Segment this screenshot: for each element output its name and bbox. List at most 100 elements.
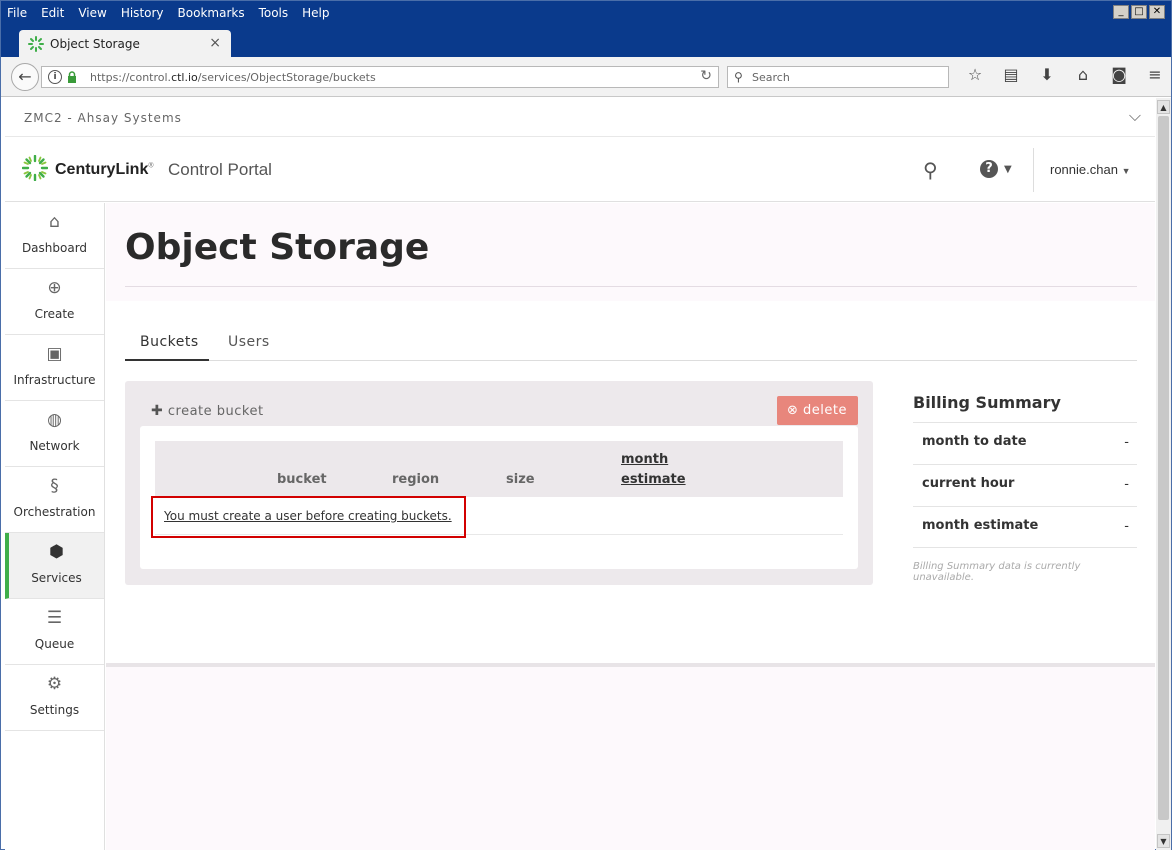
chip-icon: ▣ [46,344,63,364]
sidebar-item-network[interactable]: ◍ Network [5,401,104,467]
home-icon: ⌂ [49,212,60,232]
sidebar-item-label: Settings [29,703,80,717]
menu-history[interactable]: History [121,6,164,20]
menu-file[interactable]: File [7,6,27,20]
bookmark-star-icon[interactable]: ☆ [957,65,993,84]
column-size[interactable]: size [506,472,535,487]
reading-list-icon[interactable]: ▤ [993,65,1029,84]
sidebar-item-label: Network [29,439,80,453]
sidebar-item-label: Orchestration [13,505,96,519]
column-bucket[interactable]: bucket [277,472,327,487]
buckets-table: bucket region size month estimate You mu… [140,426,858,569]
tab-bar: Buckets Users [125,326,1137,361]
back-button[interactable]: ← [11,63,39,91]
billing-title: Billing Summary [913,393,1061,412]
sidebar-item-services[interactable]: ⬢ Services [5,533,104,599]
billing-note: Billing Summary data is currently unavai… [913,561,1081,583]
tab-close-icon[interactable]: × [209,35,221,51]
menu-view[interactable]: View [78,6,106,20]
billing-row: current hour - [913,464,1137,506]
search-input[interactable]: ⚲ Search [727,66,949,88]
billing-value: - [1124,519,1129,534]
portal-header: CenturyLink® Control Portal ⚲ ? ▼ ronnie… [5,138,1155,202]
menu-edit[interactable]: Edit [41,6,64,20]
centurylink-favicon-icon [28,36,44,52]
orchestration-icon: § [50,476,59,496]
table-row: You must create a user before creating b… [151,496,843,538]
sidebar-item-label: Services [31,571,82,585]
billing-row: month estimate - [913,506,1137,548]
column-region[interactable]: region [392,472,439,487]
tab-buckets[interactable]: Buckets [140,334,199,350]
pocket-icon[interactable]: ◙ [1101,65,1137,84]
portal-title: Control Portal [168,160,272,179]
hamburger-menu-icon[interactable]: ≡ [1137,65,1172,84]
scroll-up-icon[interactable]: ▲ [1157,100,1170,114]
globe-icon: ◍ [47,410,62,430]
page-title: Object Storage [125,227,430,268]
minimize-button[interactable]: _ [1113,5,1129,19]
search-placeholder: Search [752,71,790,84]
sidebar-item-create[interactable]: ⊕ Create [5,269,104,335]
sidebar-item-dashboard[interactable]: ⌂ Dashboard [5,203,104,269]
footer-divider [106,663,1155,667]
header-divider [1033,148,1034,192]
billing-label: month to date [922,434,1027,449]
sidebar-item-settings[interactable]: ⚙ Settings [5,665,104,731]
billing-value: - [1124,435,1129,450]
nav-bar: ← i https://control.ctl.io/services/Obje… [1,57,1171,97]
delete-circle-icon: ⊗ [787,403,799,418]
billing-label: month estimate [922,518,1039,533]
column-estimate[interactable]: estimate [621,472,686,487]
content-area: Buckets Users ✚ create bucket ⊗ delete b… [106,301,1155,663]
delete-button[interactable]: ⊗ delete [777,396,858,425]
sidebar-item-label: Queue [34,637,75,651]
browser-tab[interactable]: Object Storage × [19,30,231,57]
close-window-button[interactable]: ✕ [1149,5,1165,19]
menu-help[interactable]: Help [302,6,329,20]
maximize-button[interactable]: □ [1131,5,1147,19]
chevron-down-icon[interactable]: ⌵ [1129,106,1141,126]
menu-bookmarks[interactable]: Bookmarks [178,6,245,20]
scroll-thumb[interactable] [1158,116,1169,820]
menu-tools[interactable]: Tools [259,6,289,20]
sidebar-item-infrastructure[interactable]: ▣ Infrastructure [5,335,104,401]
tab-users[interactable]: Users [228,334,270,350]
page-scrollbar[interactable]: ▲ ▼ [1156,98,1171,850]
user-menu[interactable]: ronnie.chan ▼ [1050,162,1131,177]
gear-icon: ⚙ [46,674,63,694]
billing-label: current hour [922,476,1015,491]
download-icon[interactable]: ⬇ [1029,65,1065,84]
sidebar: ⌂ Dashboard ⊕ Create ▣ Infrastructure ◍ … [5,203,105,850]
billing-summary: Billing Summary month to date - current … [913,393,1137,583]
sidebar-item-label: Dashboard [21,241,88,255]
create-user-message-link[interactable]: You must create a user before creating b… [164,509,452,523]
header-search-icon[interactable]: ⚲ [923,158,938,182]
lock-icon [68,71,76,83]
scroll-down-icon[interactable]: ▼ [1157,834,1170,848]
help-caret-icon[interactable]: ▼ [1004,164,1012,175]
url-bar[interactable]: i https://control.ctl.io/services/Object… [41,66,719,88]
browser-window: File Edit View History Bookmarks Tools H… [0,0,1172,850]
tab-title: Object Storage [50,37,140,51]
info-icon[interactable]: i [48,70,62,84]
centurylink-logo-icon [22,155,48,181]
org-bar[interactable]: ZMC2 - Ahsay Systems ⌵ [5,98,1155,137]
menu-bar: File Edit View History Bookmarks Tools H… [1,1,1171,27]
plus-circle-icon: ⊕ [47,278,62,298]
main-content: Object Storage Buckets Users ✚ create bu… [106,203,1155,850]
cube-icon: ⬢ [49,542,64,562]
sidebar-item-label: Infrastructure [13,373,96,387]
help-icon[interactable]: ? [980,160,998,178]
sidebar-item-queue[interactable]: ☰ Queue [5,599,104,665]
brand-name: CenturyLink® [55,161,154,178]
billing-value: - [1124,477,1129,492]
sidebar-item-label: Create [34,307,75,321]
column-month[interactable]: month [621,452,668,467]
buckets-panel: ✚ create bucket ⊗ delete bucket region s… [125,381,873,585]
sidebar-item-orchestration[interactable]: § Orchestration [5,467,104,533]
create-bucket-button[interactable]: ✚ create bucket [151,403,264,419]
reload-icon[interactable]: ↻ [700,68,712,84]
table-header: bucket region size month estimate [155,441,843,497]
home-icon[interactable]: ⌂ [1065,65,1101,84]
